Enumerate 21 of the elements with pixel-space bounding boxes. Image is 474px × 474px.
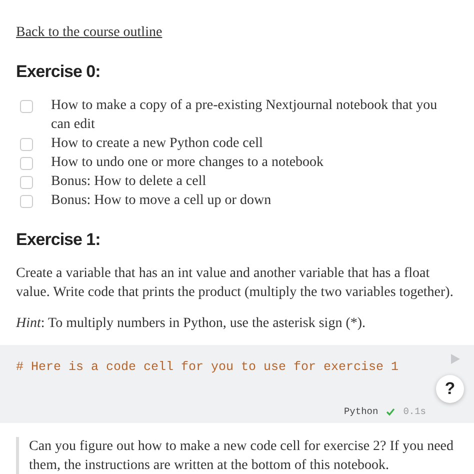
checklist-item: How to undo one or more changes to a notebook [51, 154, 324, 172]
section-heading: Exercise 1: [16, 230, 100, 250]
checkbox[interactable] [20, 157, 33, 170]
quote-text: Can you figure out how to make a new code cell for exercise 2? If you need them, the instructions are written at the bottom of this notebook. [29, 438, 455, 474]
checklist-item: Bonus: How to move a cell up or down [51, 192, 272, 210]
run-duration: 0.1s [403, 406, 426, 417]
paragraph: Create a variable that has an int value and another variable that has a float value. Write code that prints the product (multiply the two variables together). [16, 265, 454, 302]
back-link[interactable]: Back to the course outline [16, 24, 162, 42]
code-line: # Here is a code cell for you to use for exercise 1 [16, 359, 400, 375]
checkbox[interactable] [20, 195, 33, 208]
section-heading: Exercise 0: [16, 62, 100, 82]
help-button[interactable]: ? [436, 375, 464, 403]
checkbox[interactable] [20, 100, 33, 113]
checkbox[interactable] [20, 138, 33, 151]
run-icon[interactable] [450, 354, 460, 364]
paragraph: Hint: To multiply numbers in Python, use the asterisk sign (*). [16, 315, 367, 333]
checklist-item: How to create a new Python code cell [51, 135, 263, 153]
checkbox[interactable] [20, 176, 33, 189]
checklist-item: Bonus: How to delete a cell [51, 173, 206, 191]
language-label: Python [344, 406, 378, 417]
checklist-item: How to make a copy of a pre-existing Nextjournal notebook that you can edit [51, 97, 438, 134]
